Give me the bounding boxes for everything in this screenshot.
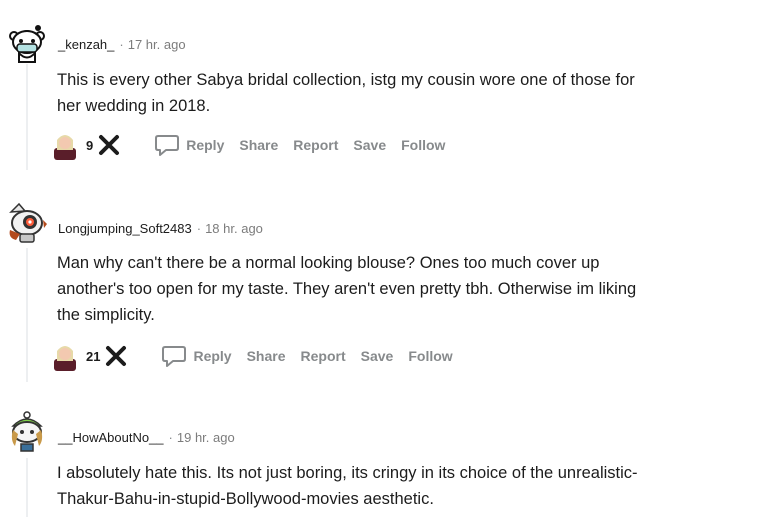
thread-line[interactable] (26, 458, 28, 517)
meta-separator: · (196, 221, 202, 236)
timestamp[interactable]: 18 hr. ago (205, 221, 263, 236)
vote-count: 21 (86, 348, 101, 364)
award-icon[interactable] (52, 130, 78, 160)
snoo-avatar-icon (11, 411, 43, 452)
comment-meta: Longjumping_Soft2483 · 18 hr. ago (58, 221, 263, 236)
username[interactable]: _kenzah_ (58, 37, 114, 52)
thread-line[interactable] (26, 64, 28, 170)
avatar[interactable] (6, 410, 48, 452)
comment-line: her wedding in 2018. (57, 97, 211, 115)
report-button[interactable]: Report (301, 348, 346, 364)
comment-actions: 9 Reply Share Report Save Follow (52, 130, 445, 160)
follow-button[interactable]: Follow (408, 348, 452, 364)
comment-meta: _kenzah_ · 17 hr. ago (58, 37, 186, 52)
comment-actions: 21 Reply Share Report Save Follow (52, 341, 453, 371)
comment-line: This is every other Sabya bridal collect… (57, 71, 635, 89)
snoo-avatar-icon (9, 202, 47, 243)
reply-button[interactable]: Reply (154, 133, 224, 157)
follow-button[interactable]: Follow (401, 137, 445, 153)
share-button[interactable]: Share (247, 348, 286, 364)
comment-meta: __HowAboutNo__ · 19 hr. ago (58, 430, 235, 445)
avatar[interactable] (6, 202, 48, 244)
reply-label: Reply (193, 348, 232, 364)
comment-line: Man why can't there be a normal looking … (57, 254, 600, 272)
downvote-x-icon[interactable] (98, 134, 120, 156)
vote-count: 9 (86, 137, 94, 153)
timestamp[interactable]: 19 hr. ago (177, 430, 235, 445)
comment-body: This is every other Sabya bridal collect… (57, 67, 737, 119)
save-button[interactable]: Save (361, 348, 394, 364)
speech-bubble-icon (162, 346, 187, 367)
timestamp[interactable]: 17 hr. ago (128, 37, 186, 52)
share-button[interactable]: Share (239, 137, 278, 153)
meta-separator: · (168, 430, 173, 445)
snoo-avatar-icon (9, 25, 45, 63)
thread-line[interactable] (26, 248, 28, 382)
avatar[interactable] (6, 22, 48, 64)
speech-bubble-icon (155, 135, 180, 156)
reply-label: Reply (186, 137, 225, 153)
report-button[interactable]: Report (293, 137, 338, 153)
comment-line: Thakur-Bahu-in-stupid-Bollywood-movies a… (57, 490, 434, 508)
award-icon[interactable] (52, 341, 78, 371)
comment-body: Man why can't there be a normal looking … (57, 250, 737, 328)
downvote-x-icon[interactable] (105, 345, 127, 367)
comment-line: I absolutely hate this. Its not just bor… (57, 464, 638, 482)
username[interactable]: __HowAboutNo__ (58, 430, 164, 445)
reply-button[interactable]: Reply (161, 344, 232, 368)
comment-body: I absolutely hate this. Its not just bor… (57, 460, 737, 512)
comment-line: the simplicity. (57, 306, 155, 324)
comment-line: another's too open for my taste. They ar… (57, 280, 637, 298)
save-button[interactable]: Save (353, 137, 386, 153)
meta-separator: · (119, 37, 124, 52)
username[interactable]: Longjumping_Soft2483 (58, 221, 192, 236)
